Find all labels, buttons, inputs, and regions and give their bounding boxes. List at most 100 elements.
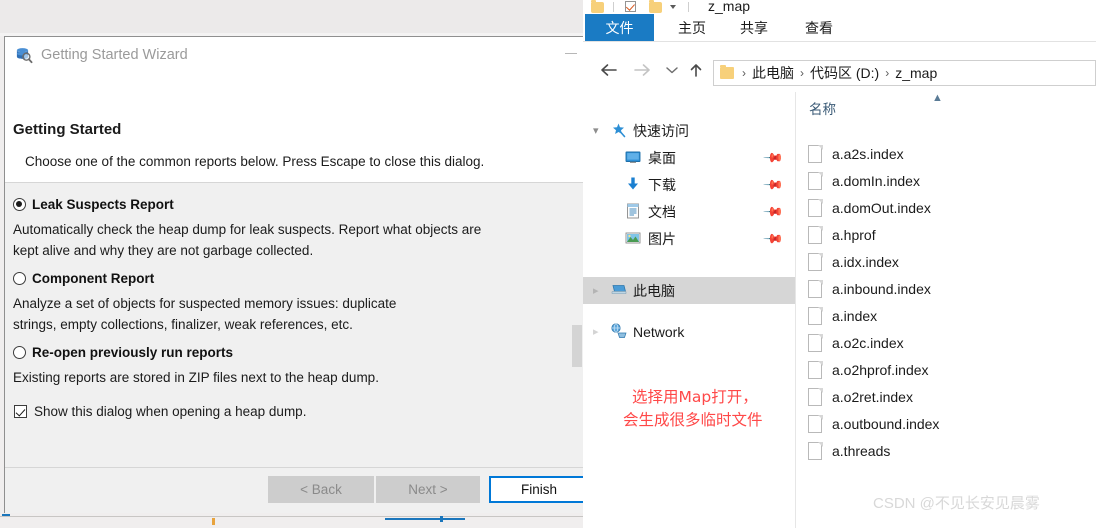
nav-item-label: 快速访问 (633, 122, 689, 139)
explorer-content: ▾ 快速访问 桌面 📌 下载 📌 文档 📌 图片 📌 ▸ 此电脑 ▸ Netwo… (583, 92, 1096, 528)
background-window-bottom-divider (0, 516, 583, 517)
file-icon (808, 306, 823, 325)
tab-home[interactable]: 主页 (669, 14, 715, 41)
option-reopen-reports-header[interactable]: Re-open previously run reports (5, 345, 583, 360)
pin-icon[interactable]: 📌 (762, 146, 784, 169)
explorer-titlebar: z_map (583, 0, 1096, 14)
list-item[interactable]: a.outbound.index (796, 410, 939, 437)
nav-item-network[interactable]: ▸ Network (583, 318, 795, 345)
next-button[interactable]: Next > (376, 476, 480, 503)
option-reopen-reports-description: Existing reports are stored in ZIP files… (13, 370, 379, 385)
chevron-right-icon[interactable]: ▸ (593, 284, 599, 297)
pin-icon[interactable]: 📌 (762, 200, 784, 223)
breadcrumb-separator: › (885, 66, 890, 80)
pin-icon[interactable]: 📌 (762, 173, 784, 196)
folder-icon[interactable] (649, 0, 662, 13)
radio-component-report[interactable] (13, 272, 26, 285)
background-window-top (0, 0, 583, 36)
chevron-down-icon[interactable] (662, 60, 682, 80)
option-component-report-header[interactable]: Component Report (5, 271, 583, 286)
option-component-report-description: Analyze a set of objects for suspected m… (13, 296, 397, 332)
tab-view[interactable]: 查看 (796, 14, 842, 41)
file-icon (808, 144, 823, 163)
dialog-header: Getting Started Choose one of the common… (5, 73, 583, 183)
navigation-pane: ▾ 快速访问 桌面 📌 下载 📌 文档 📌 图片 📌 ▸ 此电脑 ▸ Netwo… (583, 92, 795, 528)
list-item[interactable]: a.inbound.index (796, 275, 931, 302)
file-name: a.domIn.index (832, 172, 920, 189)
breadcrumb-separator: › (742, 66, 746, 80)
list-item[interactable]: a.idx.index (796, 248, 899, 275)
nav-item-quick-access[interactable]: ▾ 快速访问 (583, 117, 795, 144)
list-item[interactable]: a.domIn.index (796, 167, 920, 194)
file-name: a.hprof (832, 226, 876, 243)
tab-file[interactable]: 文件 (585, 14, 654, 41)
checkbox-show-dialog-label: Show this dialog when opening a heap dum… (34, 404, 307, 419)
file-name: a.domOut.index (832, 199, 931, 216)
file-icon (808, 441, 823, 460)
nav-item-downloads[interactable]: 下载 📌 (583, 171, 795, 198)
list-item[interactable]: a.hprof (796, 221, 876, 248)
option-leak-suspects[interactable]: Leak Suspects Report Automatically check… (5, 197, 583, 261)
file-icon (808, 333, 823, 352)
dialog-scrollbar[interactable] (571, 184, 583, 467)
nav-item-pictures[interactable]: 图片 📌 (583, 225, 795, 252)
breadcrumb-item-this-pc[interactable]: 此电脑 (752, 63, 794, 83)
minimize-icon[interactable] (565, 53, 577, 54)
finish-button[interactable]: Finish (489, 476, 589, 503)
toolbar-separator (613, 2, 614, 12)
save-checkbox-icon[interactable] (625, 1, 636, 12)
nav-item-this-pc[interactable]: ▸ 此电脑 (583, 277, 795, 304)
back-button[interactable]: < Back (268, 476, 374, 503)
option-leak-suspects-description: Automatically check the heap dump for le… (13, 222, 482, 258)
option-leak-suspects-header[interactable]: Leak Suspects Report (5, 197, 583, 212)
option-reopen-reports[interactable]: Re-open previously run reports Existing … (5, 345, 583, 388)
chevron-down-icon[interactable]: ▾ (593, 124, 599, 137)
nav-item-documents[interactable]: 文档 📌 (583, 198, 795, 225)
explorer-ribbon: 文件 主页 共享 查看 (583, 14, 1096, 41)
dialog-scrollbar-thumb[interactable] (572, 325, 582, 367)
pin-icon[interactable]: 📌 (762, 227, 784, 250)
nav-item-desktop[interactable]: 桌面 📌 (583, 144, 795, 171)
network-icon (610, 322, 627, 338)
list-item[interactable]: a.domOut.index (796, 194, 931, 221)
heap-dump-search-icon (15, 46, 33, 64)
back-arrow-icon[interactable] (598, 60, 618, 80)
pictures-icon (625, 230, 641, 246)
list-item[interactable]: a.a2s.index (796, 140, 904, 167)
address-bar[interactable]: › 此电脑 › 代码区 (D:) › z_map (713, 60, 1096, 86)
list-item[interactable]: a.threads (796, 437, 890, 464)
chevron-right-icon[interactable]: ▸ (593, 325, 599, 338)
breadcrumb-separator: › (800, 66, 804, 80)
list-item[interactable]: a.o2ret.index (796, 383, 913, 410)
up-arrow-icon[interactable] (686, 60, 706, 80)
file-name: a.threads (832, 442, 891, 459)
breadcrumb-item-z-map[interactable]: z_map (895, 65, 937, 81)
checkbox-show-dialog[interactable] (14, 405, 27, 418)
radio-leak-suspects[interactable] (13, 198, 26, 211)
option-leak-suspects-label: Leak Suspects Report (32, 197, 174, 212)
list-item[interactable]: a.index (796, 302, 877, 329)
column-header-name[interactable]: 名称 (809, 98, 836, 118)
radio-reopen-reports[interactable] (13, 346, 26, 359)
getting-started-wizard-dialog: Getting Started Wizard Getting Started C… (4, 36, 589, 513)
option-reopen-reports-label: Re-open previously run reports (32, 345, 234, 360)
folder-icon[interactable] (591, 0, 604, 13)
explorer-window-name: z_map (708, 0, 751, 14)
breadcrumb-item-drive[interactable]: 代码区 (D:) (810, 63, 879, 83)
star-pin-icon (610, 122, 626, 138)
list-item[interactable]: a.o2c.index (796, 329, 904, 356)
file-name: a.o2c.index (832, 334, 904, 351)
download-icon (625, 176, 641, 192)
toolbar-separator (688, 2, 689, 12)
file-icon (808, 225, 823, 244)
tab-share[interactable]: 共享 (731, 14, 777, 41)
option-component-report[interactable]: Component Report Analyze a set of object… (5, 271, 583, 335)
dialog-titlebar: Getting Started Wizard (5, 37, 583, 73)
file-list-header: 名称 ▲ (796, 92, 1096, 120)
show-dialog-checkbox-row[interactable]: Show this dialog when opening a heap dum… (5, 404, 583, 419)
chevron-down-icon[interactable] (670, 5, 676, 9)
list-item[interactable]: a.o2hprof.index (796, 356, 929, 383)
page-description: Choose one of the common reports below. … (25, 154, 485, 169)
forward-arrow-icon (632, 60, 652, 80)
screenshot-root: Getting Started Wizard Getting Started C… (0, 0, 1096, 528)
